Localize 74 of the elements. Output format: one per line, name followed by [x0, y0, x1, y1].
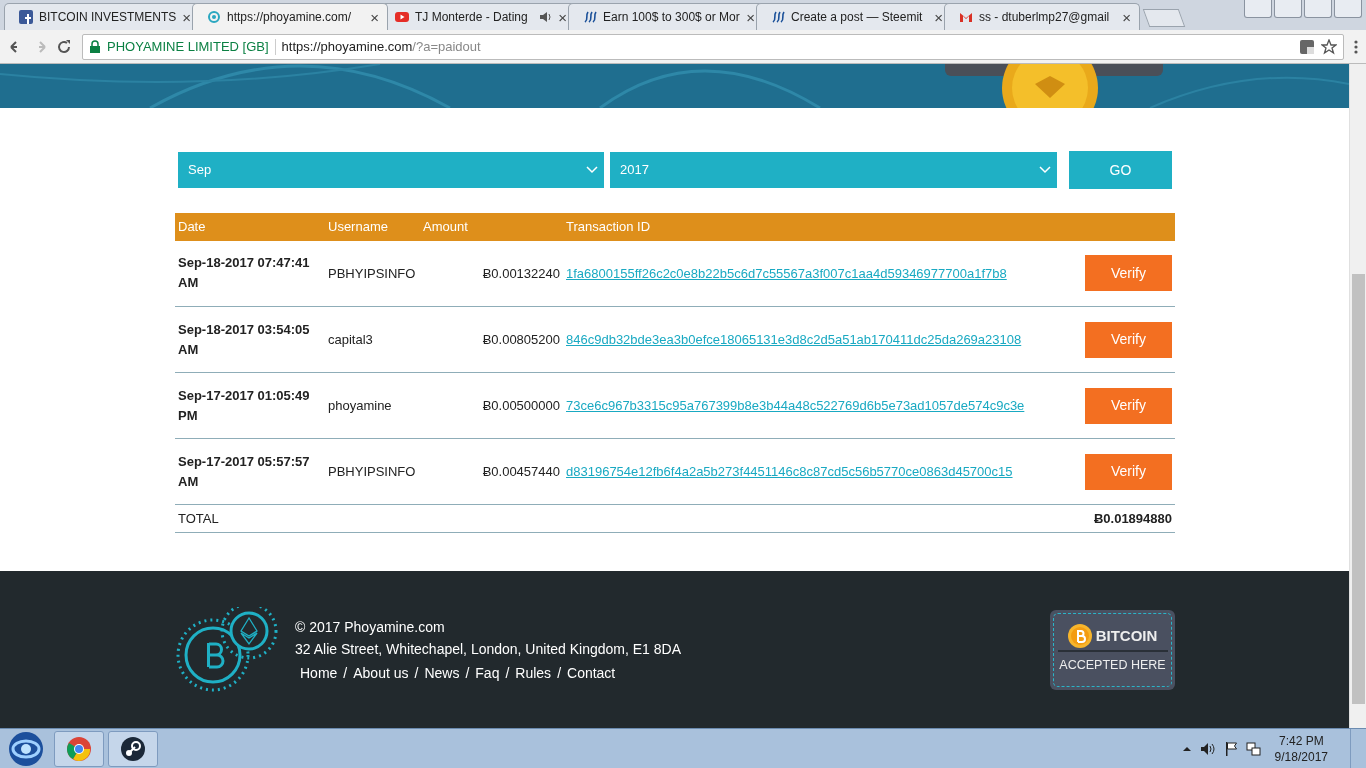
- coin-icon: [1067, 624, 1092, 649]
- amount-cell: Ƀ0.00457440: [420, 438, 563, 505]
- facebook-icon: [19, 10, 33, 24]
- copyright-text: © 2017 Phoyamine.com: [295, 617, 446, 637]
- close-button[interactable]: [1334, 0, 1362, 18]
- translate-icon[interactable]: [1299, 38, 1315, 55]
- column-header: Amount: [420, 213, 563, 241]
- close-tab-button[interactable]: ×: [746, 9, 755, 25]
- link-separator: /: [505, 663, 510, 683]
- footer-link[interactable]: About us: [353, 661, 409, 684]
- restore-button[interactable]: [1304, 0, 1332, 18]
- total-amount: Ƀ0.01894880: [1080, 504, 1175, 533]
- tab-title: Earn 100$ to 300$ or Mor: [603, 9, 741, 26]
- date-cell: Sep-17-2017 05:57:57 AM: [175, 438, 325, 505]
- scrollbar[interactable]: [1349, 64, 1366, 728]
- footer-link[interactable]: News: [424, 661, 460, 684]
- username-cell: phoyamine: [325, 372, 420, 439]
- tab-title: https://phoyamine.com/: [227, 9, 353, 26]
- browser-icon: [66, 735, 92, 762]
- tab-title: ss - dtuberlmp27@gmail: [979, 9, 1111, 26]
- amount-cell: Ƀ0.00132240: [420, 240, 563, 307]
- close-tab-button[interactable]: ×: [934, 9, 943, 25]
- badge-subtitle: ACCEPTED HERE: [1057, 650, 1168, 675]
- url-text: https://phoyamine.com/?a=paidout: [281, 37, 481, 56]
- link-separator: /: [557, 663, 561, 683]
- user-button[interactable]: [1244, 0, 1272, 18]
- username-cell: PBHYIPSINFO: [325, 240, 420, 307]
- minimize-button[interactable]: [1274, 0, 1302, 18]
- reload-icon[interactable]: [56, 38, 72, 55]
- address-bar[interactable]: PHOYAMINE LIMITED [GB] https://phoyamine.com/?a=paidout: [82, 33, 1344, 60]
- lock-icon: [89, 39, 101, 54]
- date-cell: Sep-18-2017 07:47:41 AM: [175, 240, 325, 307]
- close-tab-button[interactable]: ×: [558, 9, 567, 25]
- clock-date: 9/18/2017: [1274, 748, 1328, 765]
- column-header: Transaction ID: [563, 213, 1080, 241]
- footer-link[interactable]: Contact: [567, 661, 616, 684]
- flag-icon[interactable]: [1223, 740, 1238, 757]
- mail-icon: [959, 10, 973, 24]
- tab-title: TJ Monterde - Dating: [415, 9, 529, 26]
- clock-time: 7:42 PM: [1277, 732, 1325, 749]
- close-tab-button[interactable]: ×: [370, 9, 379, 25]
- browser-tab[interactable]: https://phoyamine.com/ ×: [192, 3, 388, 30]
- username-cell: PBHYIPSINFO: [325, 438, 420, 505]
- amount-cell: Ƀ0.00500000: [420, 372, 563, 439]
- address-text: 32 Alie Street, Whitechapel, London, United Kingdom, E1 8DA: [295, 639, 681, 659]
- badge-title: BITCOIN: [1095, 625, 1158, 646]
- star-icon[interactable]: [1321, 38, 1337, 55]
- link-separator: /: [343, 663, 348, 683]
- footer-link[interactable]: Rules: [515, 661, 552, 684]
- date-cell: Sep-17-2017 01:05:49 PM: [175, 372, 325, 439]
- tab-title: BITCOIN INVESTMENTS: [39, 9, 177, 26]
- link-separator: /: [414, 663, 419, 683]
- column-header: Username: [325, 213, 420, 241]
- network-icon[interactable]: [1245, 741, 1261, 756]
- total-label: TOTAL: [175, 504, 325, 533]
- waves-icon: [771, 10, 785, 24]
- tab-title: Create a post — Steemit: [791, 9, 924, 26]
- amount-cell: Ƀ0.00805200: [420, 306, 563, 373]
- play-icon: [395, 10, 409, 24]
- close-tab-button[interactable]: ×: [182, 9, 191, 25]
- clock[interactable]: 7:42 PM 9/18/2017: [1274, 732, 1328, 765]
- waves-icon: [583, 10, 597, 24]
- link-separator: /: [465, 663, 470, 683]
- footer-link[interactable]: Faq: [475, 661, 500, 684]
- menu-icon[interactable]: [1354, 38, 1358, 55]
- security-label: PHOYAMINE LIMITED [GB]: [107, 37, 269, 56]
- ring-icon: [207, 10, 221, 24]
- column-header: Date: [175, 213, 325, 241]
- footer-link[interactable]: Home: [300, 661, 338, 684]
- date-cell: Sep-18-2017 03:54:05 AM: [175, 306, 325, 373]
- taskbar-app[interactable]: [108, 730, 158, 767]
- browser-tab[interactable]: ss - dtuberlmp27@gmail ×: [944, 3, 1140, 30]
- close-tab-button[interactable]: ×: [1122, 9, 1131, 25]
- username-cell: capital3: [325, 306, 420, 373]
